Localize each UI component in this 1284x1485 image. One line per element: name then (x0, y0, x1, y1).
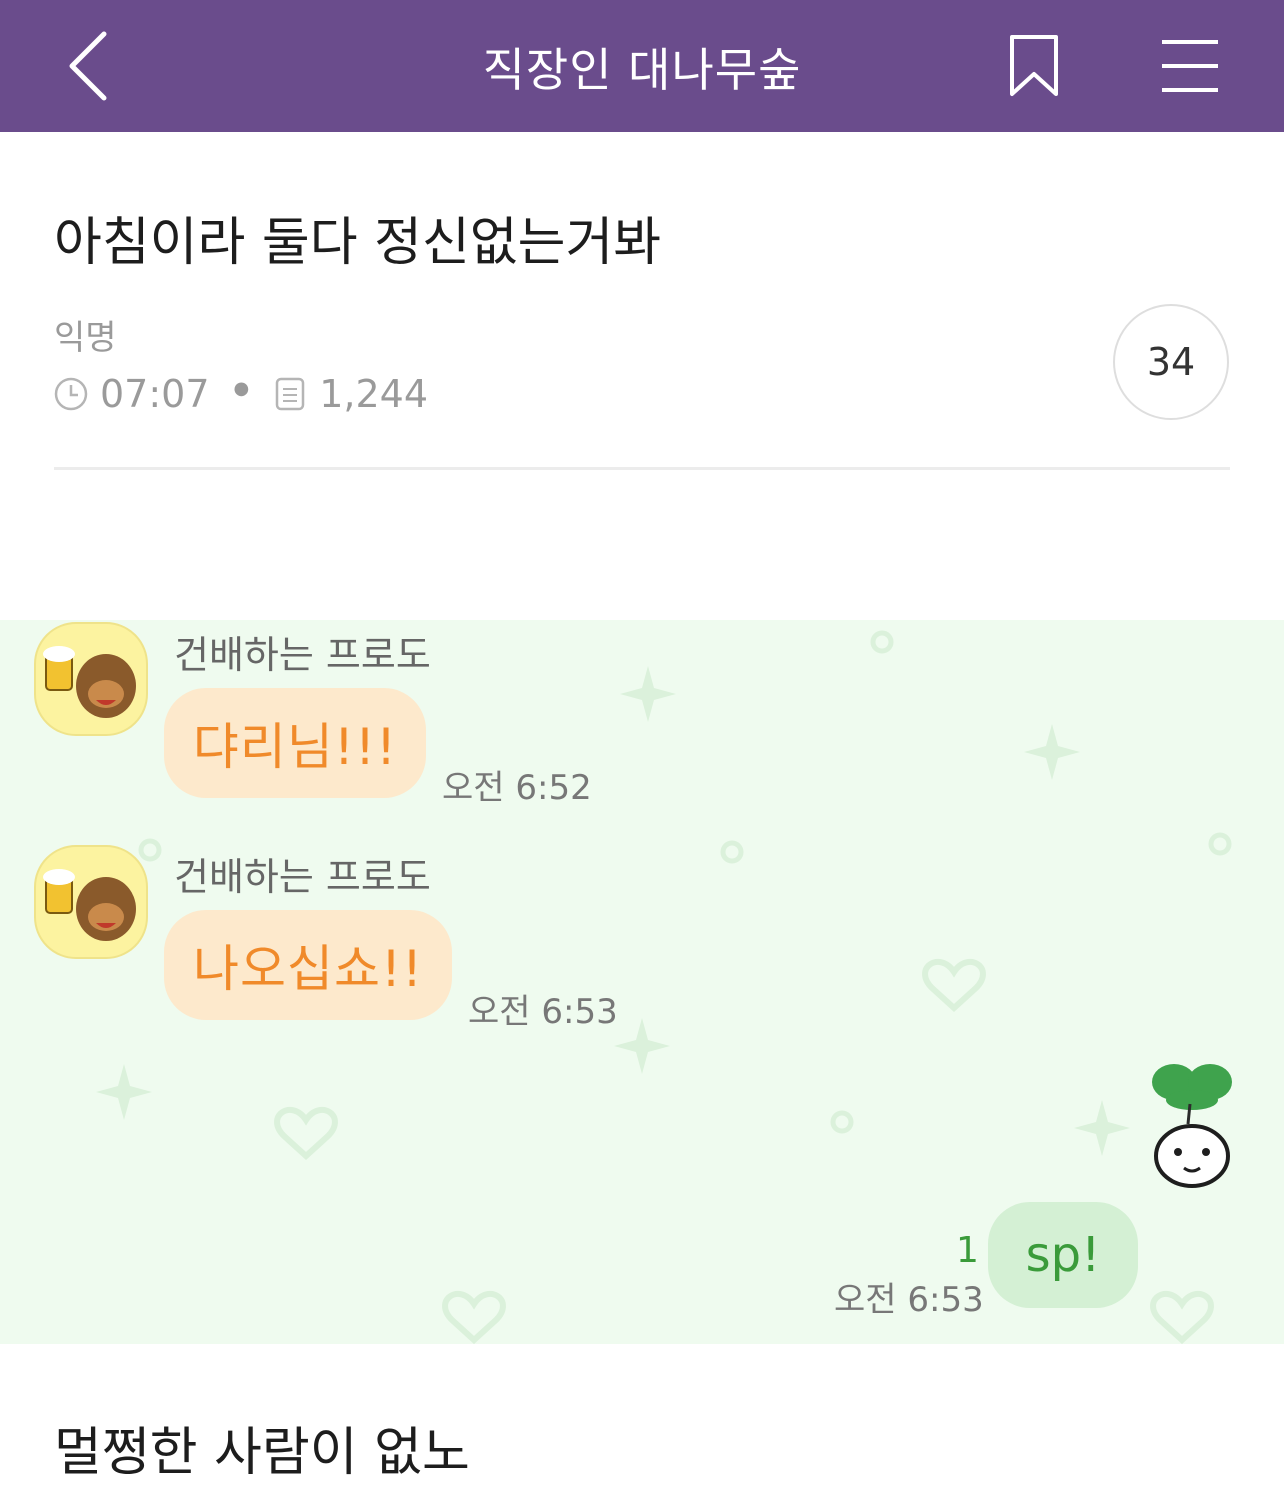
document-icon (275, 377, 305, 411)
post-title: 아침이라 둘다 정신없는거봐 (54, 213, 662, 273)
outgoing-message-bubble: sp! (988, 1202, 1138, 1308)
post-meta: 07:07 ● 1,244 (54, 372, 428, 416)
hamburger-menu-icon[interactable] (1160, 38, 1220, 94)
bookmark-icon[interactable] (1008, 34, 1060, 98)
comment-count-button[interactable]: 34 (1113, 304, 1229, 420)
beer-dog-character-icon (43, 869, 136, 941)
top-navigation-bar: 직장인 대나무숲 (0, 0, 1284, 132)
sender-name: 건배하는 프로도 (174, 633, 431, 677)
sender-avatar (34, 622, 148, 736)
post-author: 익명 (54, 318, 117, 358)
header-divider (54, 467, 1230, 470)
post-body-text: 멀쩡한 사람이 없노 (54, 1423, 470, 1483)
sender-name: 건배하는 프로도 (174, 855, 431, 899)
incoming-message-bubble: 나오십쇼!! (164, 910, 452, 1020)
beer-dog-character-icon (43, 646, 136, 718)
message-time: 오전 6:53 (834, 1280, 984, 1320)
post-views: 1,244 (319, 372, 429, 416)
meta-separator: ● (233, 377, 250, 399)
message-time: 오전 6:53 (468, 992, 618, 1032)
clock-icon (54, 377, 88, 411)
incoming-message-bubble: 댜리님!!! (164, 688, 426, 798)
unread-count: 1 (956, 1230, 979, 1271)
post-time: 07:07 (100, 372, 210, 416)
sender-avatar (34, 845, 148, 959)
clover-bunny-sticker-icon (1152, 1064, 1232, 1188)
message-time: 오전 6:52 (442, 768, 592, 808)
board-title: 직장인 대나무숲 (482, 43, 802, 97)
